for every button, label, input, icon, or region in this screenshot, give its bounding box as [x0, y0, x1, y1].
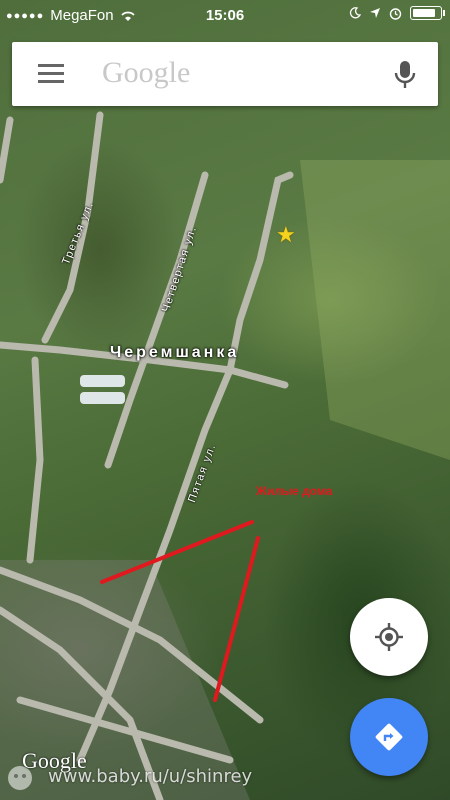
mic-icon[interactable]: [394, 60, 416, 90]
location-arrow-icon: [370, 8, 380, 18]
menu-icon[interactable]: [38, 64, 64, 84]
battery-icon: [410, 6, 445, 20]
satellite-map[interactable]: [0, 0, 450, 800]
status-bar: ●●●●● MegaFon 15:06: [0, 0, 450, 32]
search-bar[interactable]: Google: [12, 42, 438, 106]
alarm-icon: [389, 7, 402, 20]
place-label: Черемшанка: [110, 344, 240, 361]
my-location-button[interactable]: [350, 598, 428, 676]
watermark-text: www.baby.ru/u/shinrey: [48, 766, 253, 787]
directions-button[interactable]: [350, 698, 428, 776]
moon-icon: [349, 7, 361, 19]
star-marker-icon[interactable]: ★: [276, 222, 296, 248]
annotation-label: Жилые дома: [256, 484, 333, 498]
map-roads: [0, 111, 450, 800]
my-location-icon: [375, 623, 403, 651]
directions-icon: [375, 723, 403, 751]
search-placeholder[interactable]: Google: [102, 56, 190, 90]
